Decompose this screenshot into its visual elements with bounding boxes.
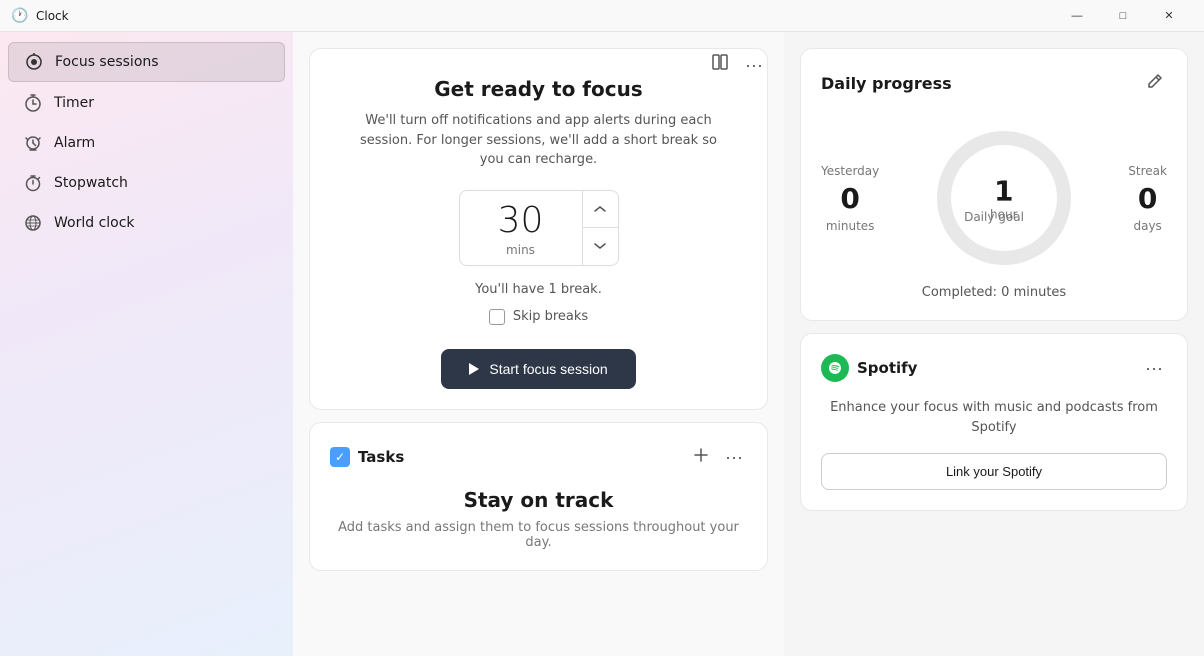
sidebar-item-alarm-label: Alarm: [54, 135, 95, 151]
focus-split-view-button[interactable]: [707, 49, 733, 80]
daily-goal-value: 1: [994, 175, 1013, 208]
daily-goal-unit: hour: [990, 208, 1018, 222]
tasks-add-button[interactable]: [689, 443, 713, 472]
world-clock-icon: [24, 214, 42, 232]
tasks-card-title: Tasks: [358, 448, 404, 466]
skip-breaks-row: Skip breaks: [489, 309, 588, 325]
spotify-more-options-button[interactable]: ···: [1141, 355, 1167, 381]
spotify-card-header: Spotify ···: [821, 354, 1167, 382]
yesterday-value: 0: [840, 182, 859, 215]
time-picker: 30 mins: [459, 190, 619, 266]
yesterday-stat: Yesterday 0 minutes: [821, 164, 879, 233]
sidebar-item-focus-sessions[interactable]: Focus sessions: [8, 42, 285, 82]
time-controls: [582, 191, 618, 265]
daily-progress-header: Daily progress: [821, 69, 1167, 98]
sidebar-item-alarm[interactable]: Alarm: [8, 124, 285, 162]
stay-on-track-title: Stay on track: [330, 488, 747, 512]
time-decrement-button[interactable]: [583, 228, 618, 265]
title-bar-controls: — □ ✕: [1054, 0, 1192, 32]
play-icon: [469, 363, 479, 375]
time-number: 30: [498, 203, 544, 239]
sidebar-item-world-clock[interactable]: World clock: [8, 204, 285, 242]
sidebar: Focus sessions Timer: [0, 32, 293, 656]
right-panel: Daily progress Yesterday 0 minutes: [784, 32, 1204, 656]
completed-text: Completed: 0 minutes: [821, 285, 1167, 300]
spotify-icon: [821, 354, 849, 382]
close-button[interactable]: ✕: [1146, 0, 1192, 32]
app-title: Clock: [36, 9, 69, 23]
streak-unit: days: [1133, 219, 1161, 233]
sidebar-item-timer-label: Timer: [54, 95, 94, 111]
sidebar-item-timer[interactable]: Timer: [8, 84, 285, 122]
sidebar-item-world-clock-label: World clock: [54, 215, 135, 231]
streak-label: Streak: [1128, 164, 1167, 178]
sidebar-item-stopwatch-label: Stopwatch: [54, 175, 128, 191]
break-info-text: You'll have 1 break.: [475, 282, 602, 297]
clock-app-icon: 🕐: [12, 8, 28, 24]
app-body: Focus sessions Timer: [0, 32, 1204, 656]
maximize-button[interactable]: □: [1100, 0, 1146, 32]
daily-progress-edit-button[interactable]: [1143, 69, 1167, 98]
focus-sessions-icon: [25, 53, 43, 71]
title-bar: 🕐 Clock — □ ✕: [0, 0, 1204, 32]
donut-center: 1 hour: [990, 175, 1018, 222]
main-content: ··· Get ready to focus We'll turn off no…: [293, 32, 784, 656]
streak-stat: Streak 0 days: [1128, 164, 1167, 233]
spotify-name: Spotify: [857, 359, 917, 377]
tasks-more-options-button[interactable]: ···: [721, 444, 747, 470]
stay-on-track-desc: Add tasks and assign them to focus sessi…: [330, 520, 747, 550]
skip-breaks-checkbox[interactable]: [489, 309, 505, 325]
tasks-card-header: ✓ Tasks ···: [330, 443, 747, 472]
timer-icon: [24, 94, 42, 112]
tasks-header-right: ···: [689, 443, 747, 472]
yesterday-label: Yesterday: [821, 164, 879, 178]
time-value-display: 30 mins: [460, 191, 582, 265]
daily-progress-card: Daily progress Yesterday 0 minutes: [800, 48, 1188, 321]
donut-chart: 1 hour: [924, 118, 1084, 278]
start-focus-session-button[interactable]: Start focus session: [441, 349, 635, 389]
yesterday-unit: minutes: [826, 219, 875, 233]
tasks-check-icon: ✓: [330, 447, 350, 467]
streak-value: 0: [1138, 182, 1157, 215]
alarm-icon: [24, 134, 42, 152]
sidebar-item-focus-sessions-label: Focus sessions: [55, 54, 159, 70]
tasks-card: ✓ Tasks ··· Stay on track Add tasks and …: [309, 422, 768, 571]
minimize-button[interactable]: —: [1054, 0, 1100, 32]
focus-more-options-button[interactable]: ···: [741, 52, 767, 78]
focus-card-description: We'll turn off notifications and app ale…: [349, 111, 729, 170]
link-spotify-button[interactable]: Link your Spotify: [821, 453, 1167, 490]
skip-breaks-label: Skip breaks: [513, 309, 588, 324]
start-button-label: Start focus session: [489, 361, 607, 377]
time-increment-button[interactable]: [583, 191, 618, 229]
spotify-description: Enhance your focus with music and podcas…: [821, 398, 1167, 437]
progress-stats: Yesterday 0 minutes 1 hour Streak: [821, 118, 1167, 278]
focus-card-title: Get ready to focus: [434, 77, 642, 101]
spotify-card: Spotify ··· Enhance your focus with musi…: [800, 333, 1188, 511]
spotify-logo: Spotify: [821, 354, 917, 382]
stopwatch-icon: [24, 174, 42, 192]
time-unit-label: mins: [506, 243, 535, 257]
sidebar-item-stopwatch[interactable]: Stopwatch: [8, 164, 285, 202]
daily-progress-title: Daily progress: [821, 74, 952, 93]
title-bar-left: 🕐 Clock: [12, 8, 69, 24]
tasks-header-left: ✓ Tasks: [330, 447, 404, 467]
focus-card-header: ···: [707, 49, 767, 80]
focus-session-card: ··· Get ready to focus We'll turn off no…: [309, 48, 768, 410]
